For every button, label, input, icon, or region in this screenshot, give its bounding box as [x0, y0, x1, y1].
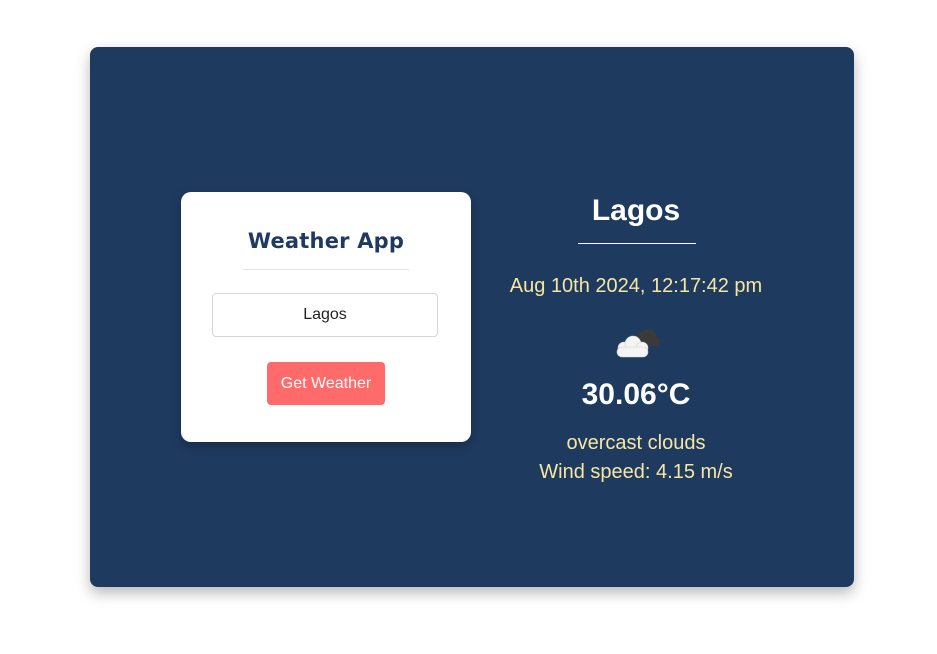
- weather-panel: Weather App Get Weather Lagos Aug 10th 2…: [90, 47, 854, 587]
- city-search-input[interactable]: [212, 293, 438, 337]
- city-name: Lagos: [591, 194, 681, 227]
- wind-speed: Wind speed: 4.15 m/s: [539, 461, 733, 483]
- title-divider: [243, 269, 409, 270]
- app-title: Weather App: [247, 229, 405, 253]
- city-divider: [578, 243, 696, 244]
- overcast-clouds-icon: [616, 329, 660, 358]
- date-time: Aug 10th 2024, 12:17:42 pm: [509, 275, 763, 297]
- search-card: Weather App Get Weather: [181, 192, 471, 442]
- temperature: 30.06°C: [581, 378, 691, 411]
- get-weather-button[interactable]: Get Weather: [267, 362, 385, 405]
- weather-description: overcast clouds: [566, 432, 706, 454]
